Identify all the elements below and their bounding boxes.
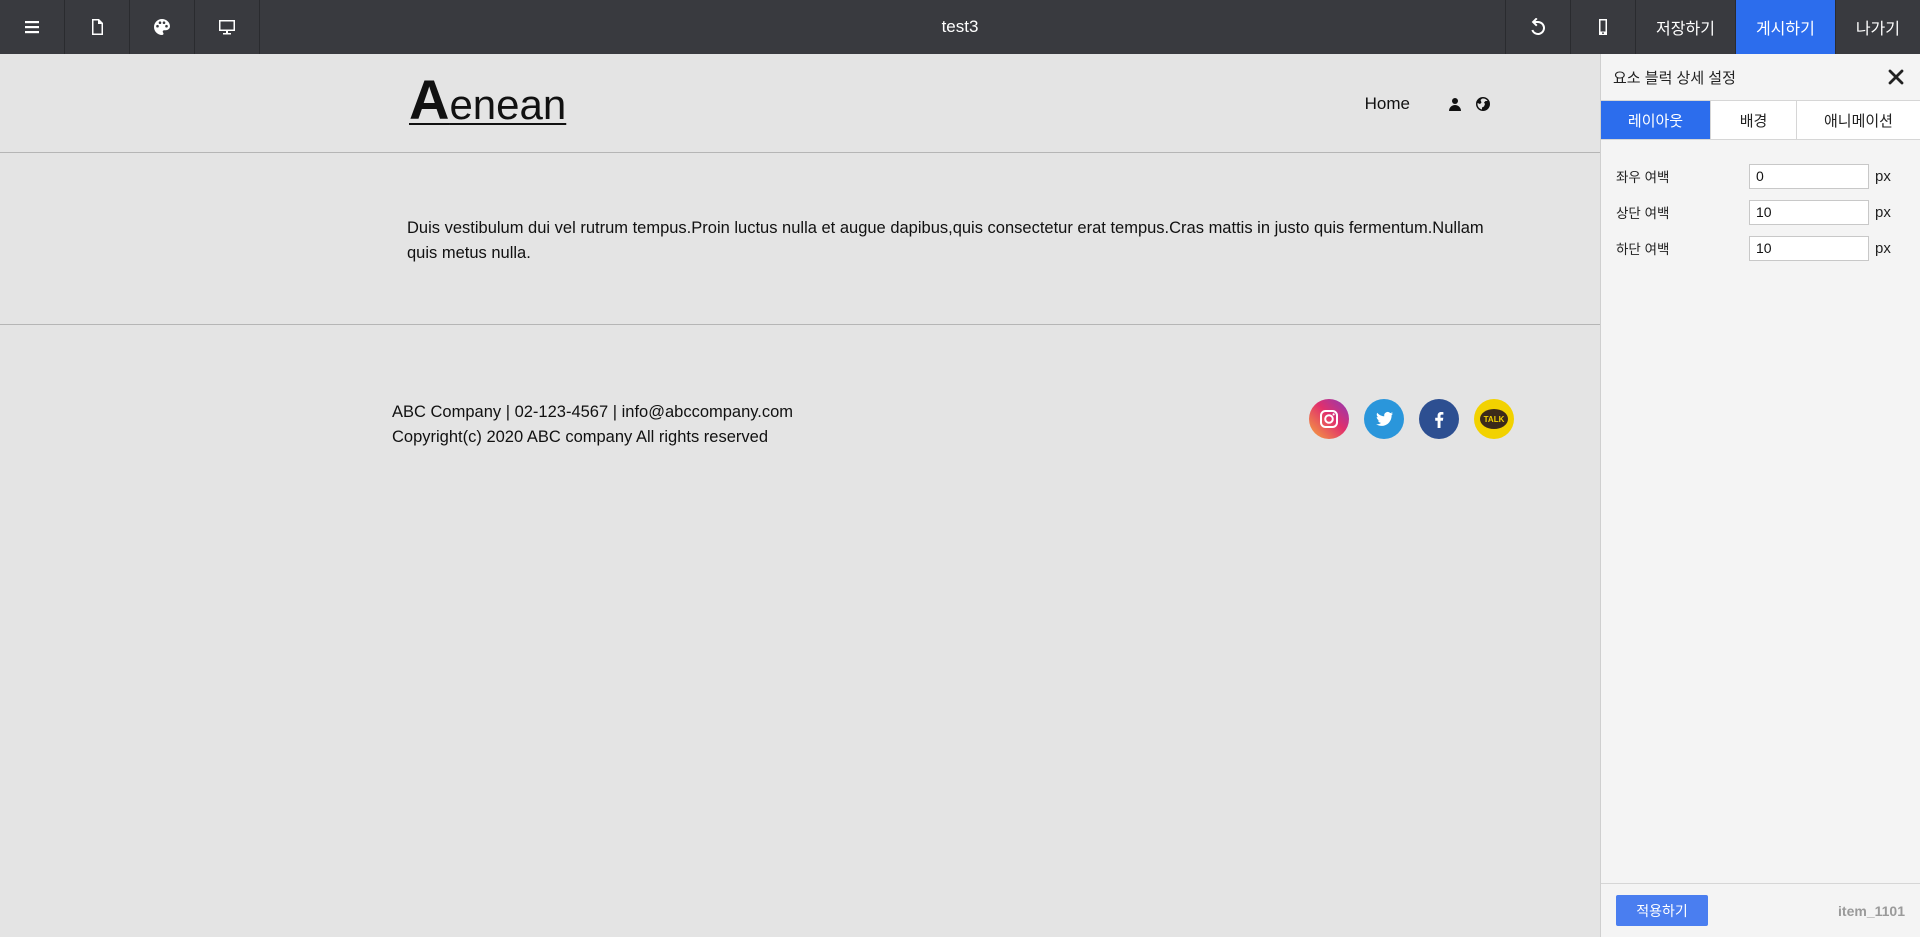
theme-button[interactable] [130,0,195,54]
mobile-preview-button[interactable] [1570,0,1635,54]
page-button[interactable] [65,0,130,54]
globe-icon[interactable] [1476,97,1490,111]
hamburger-icon [25,21,39,34]
publish-button[interactable]: 게시하기 [1734,0,1835,54]
field-unit: px [1875,239,1891,257]
mobile-icon [1599,19,1608,35]
preview-desktop-button[interactable] [195,0,260,54]
social-links: TALK [1309,399,1514,439]
instagram-link[interactable] [1309,399,1349,439]
instagram-icon [1320,410,1338,428]
block-settings-panel: 요소 블럭 상세 설정 레이아웃 배경 애니메이션 좌우 여백 px 상단 여백… [1600,54,1920,937]
tab-layout[interactable]: 레이아웃 [1601,101,1711,139]
field-unit: px [1875,167,1891,185]
facebook-link[interactable] [1419,399,1459,439]
item-id-label: item_1101 [1838,902,1905,919]
panel-footer: 적용하기 item_1101 [1601,883,1920,937]
panel-title: 요소 블럭 상세 설정 [1613,69,1736,87]
save-button[interactable]: 저장하기 [1635,0,1735,54]
user-icon[interactable] [1448,97,1462,111]
facebook-icon [1435,412,1444,428]
text-content-block[interactable]: Duis vestibulum dui vel rutrum tempus.Pr… [0,154,1600,325]
layout-fields: 좌우 여백 px 상단 여백 px 하단 여백 px [1601,140,1920,266]
site-nav: Home [1365,94,1490,114]
monitor-icon [219,20,235,35]
nav-home-link[interactable]: Home [1365,94,1410,114]
field-label: 상단 여백 [1616,206,1670,221]
tab-background[interactable]: 배경 [1711,101,1797,139]
horizontal-margin-input[interactable] [1749,163,1869,189]
field-label: 하단 여백 [1616,242,1670,257]
exit-button[interactable]: 나가기 [1834,0,1920,54]
top-toolbar: test3 저장하기 게시하기 나가기 [0,0,1920,54]
site-footer-block[interactable]: ABC Company | 02-123-4567 | info@abccomp… [0,326,1600,526]
twitter-icon [1376,411,1393,426]
editor-canvas: A enean Home Duis vestibulum dui vel rut… [0,54,1600,937]
document-icon [92,19,103,35]
apply-button[interactable]: 적용하기 [1616,895,1708,926]
undo-icon [1531,18,1546,35]
panel-tabs: 레이아웃 배경 애니메이션 [1601,100,1920,140]
horizontal-margin-row: 좌우 여백 px [1616,158,1905,194]
toolbar-actions: 저장하기 게시하기 나가기 [1505,0,1920,54]
site-header-block[interactable]: A enean Home [0,54,1600,153]
footer-info: ABC Company | 02-123-4567 | info@abccomp… [392,400,793,450]
menu-button[interactable] [0,0,65,54]
palette-icon [154,19,170,35]
kakaotalk-link[interactable]: TALK [1474,399,1514,439]
site-logo[interactable]: A enean [409,72,566,128]
tab-animation[interactable]: 애니메이션 [1797,101,1920,139]
bottom-margin-input[interactable] [1749,235,1869,261]
bottom-margin-row: 하단 여백 px [1616,230,1905,266]
top-margin-row: 상단 여백 px [1616,194,1905,230]
footer-contact: ABC Company | 02-123-4567 | info@abccomp… [392,403,794,421]
kakaotalk-icon: TALK [1480,409,1508,429]
undo-button[interactable] [1505,0,1570,54]
close-icon[interactable] [1886,67,1906,87]
logo-text: enean [449,81,567,128]
field-label: 좌우 여백 [1616,170,1670,185]
panel-header: 요소 블럭 상세 설정 [1601,54,1920,100]
top-margin-input[interactable] [1749,199,1869,225]
twitter-link[interactable] [1364,399,1404,439]
footer-copyright: Copyright(c) 2020 ABC company All rights… [392,428,769,446]
body-paragraph: Duis vestibulum dui vel rutrum tempus.Pr… [407,219,1484,262]
logo-initial: A [409,68,450,131]
field-unit: px [1875,203,1891,221]
